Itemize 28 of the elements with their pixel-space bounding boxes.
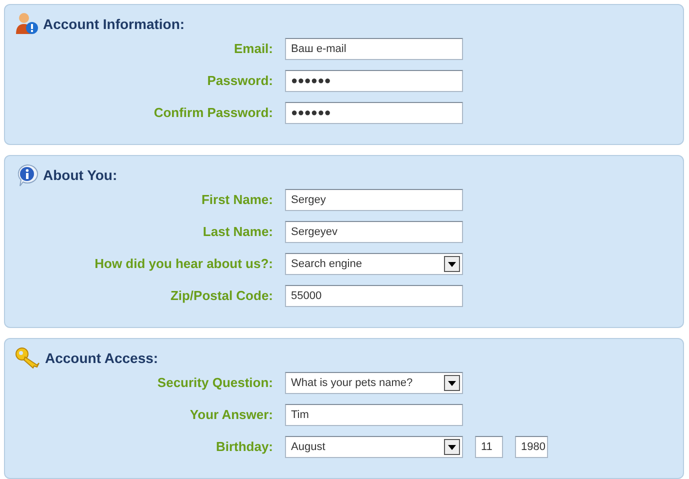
field-label: First Name: [201, 192, 273, 207]
key-icon [15, 347, 41, 369]
info-icon [15, 163, 39, 187]
input-field[interactable]: Ваш e-mail [285, 38, 463, 60]
field-label: Birthday: [216, 439, 273, 454]
field-label: Security Question: [157, 375, 273, 390]
field-label: Zip/Postal Code: [170, 288, 273, 303]
input-field[interactable]: Sergey [285, 189, 463, 211]
input-field[interactable]: ●●●●●● [285, 102, 463, 124]
section-title: About You: [43, 166, 118, 184]
input-field[interactable]: 55000 [285, 285, 463, 307]
day-field[interactable]: 11 [475, 436, 503, 458]
dropdown-field[interactable]: Search engine [285, 253, 463, 275]
field-label: Last Name: [202, 224, 273, 239]
user-info-icon [15, 12, 39, 36]
field-label: Email: [234, 41, 273, 56]
section-title: Account Access: [45, 348, 158, 368]
input-field[interactable]: Sergeyev [285, 221, 463, 243]
field-label: Confirm Password: [154, 105, 273, 120]
field-label: How did you hear about us?: [94, 256, 273, 271]
field-label: Password: [207, 73, 273, 88]
section-title: Account Information: [43, 14, 185, 34]
year-field[interactable]: 1980 [515, 436, 548, 458]
dropdown-field[interactable]: August [285, 436, 463, 458]
dropdown-field[interactable]: What is your pets name? [285, 372, 463, 394]
input-field[interactable]: ●●●●●● [285, 70, 463, 92]
input-field[interactable]: Tim [285, 404, 463, 426]
field-label: Your Answer: [190, 407, 273, 422]
